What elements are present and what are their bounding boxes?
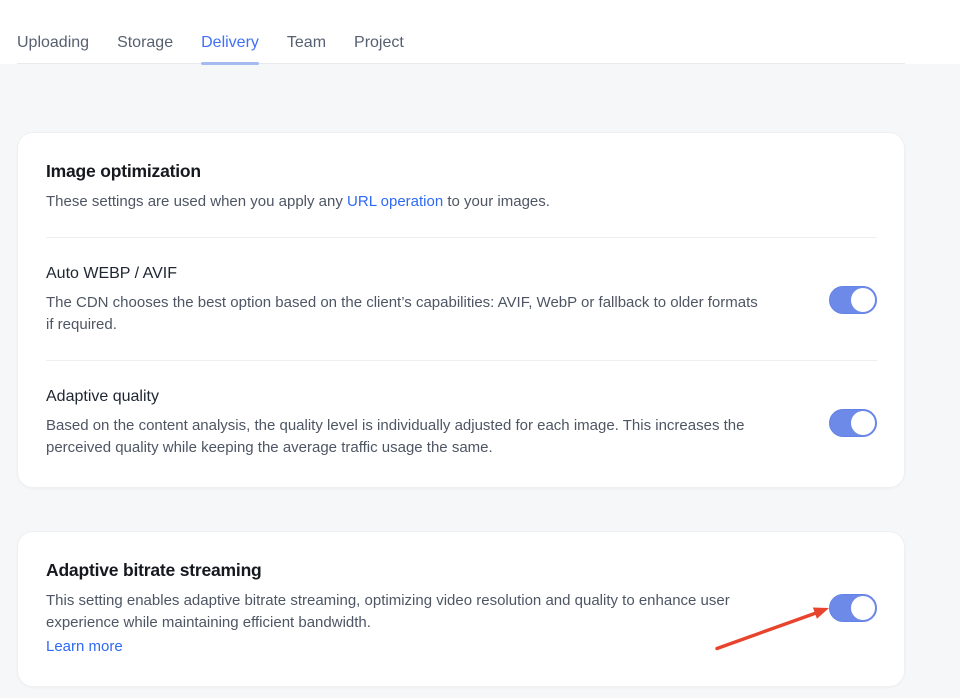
card-header: Image optimization These settings are us… bbox=[46, 159, 877, 213]
auto-webp-avif-toggle[interactable] bbox=[829, 286, 877, 314]
setting-text: Adaptive bitrate streaming This setting … bbox=[46, 558, 789, 658]
setting-title: Auto WEBP / AVIF bbox=[46, 263, 789, 285]
tab-delivery[interactable]: Delivery bbox=[201, 34, 259, 63]
setting-row-adaptive-quality: Adaptive quality Based on the content an… bbox=[46, 386, 877, 459]
delivery-settings-content: Image optimization These settings are us… bbox=[0, 64, 960, 687]
toggle-knob bbox=[851, 596, 875, 620]
card-description: These settings are used when you apply a… bbox=[46, 191, 758, 213]
tab-project[interactable]: Project bbox=[354, 34, 404, 63]
setting-row-auto-webp-avif: Auto WEBP / AVIF The CDN chooses the bes… bbox=[46, 263, 877, 336]
description-text: These settings are used when you apply a… bbox=[46, 193, 347, 210]
toggle-knob bbox=[851, 288, 875, 312]
toggle-anchor bbox=[829, 594, 877, 622]
description-text: to your images. bbox=[443, 193, 550, 210]
toggle-anchor bbox=[829, 409, 877, 437]
adaptive-bitrate-card: Adaptive bitrate streaming This setting … bbox=[17, 531, 905, 687]
tab-bar: Uploading Storage Delivery Team Project bbox=[0, 0, 960, 64]
setting-description: This setting enables adaptive bitrate st… bbox=[46, 590, 758, 634]
card-title: Adaptive bitrate streaming bbox=[46, 558, 789, 582]
setting-row-adaptive-bitrate: Adaptive bitrate streaming This setting … bbox=[46, 558, 877, 658]
adaptive-bitrate-toggle[interactable] bbox=[829, 594, 877, 622]
setting-title: Adaptive quality bbox=[46, 386, 789, 408]
card-title: Image optimization bbox=[46, 159, 877, 183]
setting-description: Based on the content analysis, the quali… bbox=[46, 415, 758, 459]
setting-text: Auto WEBP / AVIF The CDN chooses the bes… bbox=[46, 263, 789, 336]
divider bbox=[46, 237, 877, 238]
tab-storage[interactable]: Storage bbox=[117, 34, 173, 63]
image-optimization-card: Image optimization These settings are us… bbox=[17, 132, 905, 488]
tab-uploading[interactable]: Uploading bbox=[17, 34, 89, 63]
tab-team[interactable]: Team bbox=[287, 34, 326, 63]
divider bbox=[46, 360, 877, 361]
setting-description: The CDN chooses the best option based on… bbox=[46, 292, 758, 336]
toggle-anchor bbox=[829, 286, 877, 314]
setting-text: Adaptive quality Based on the content an… bbox=[46, 386, 789, 459]
tab-list: Uploading Storage Delivery Team Project bbox=[17, 34, 905, 64]
adaptive-quality-toggle[interactable] bbox=[829, 409, 877, 437]
url-operation-link[interactable]: URL operation bbox=[347, 193, 443, 210]
learn-more-link[interactable]: Learn more bbox=[46, 636, 123, 658]
toggle-knob bbox=[851, 411, 875, 435]
